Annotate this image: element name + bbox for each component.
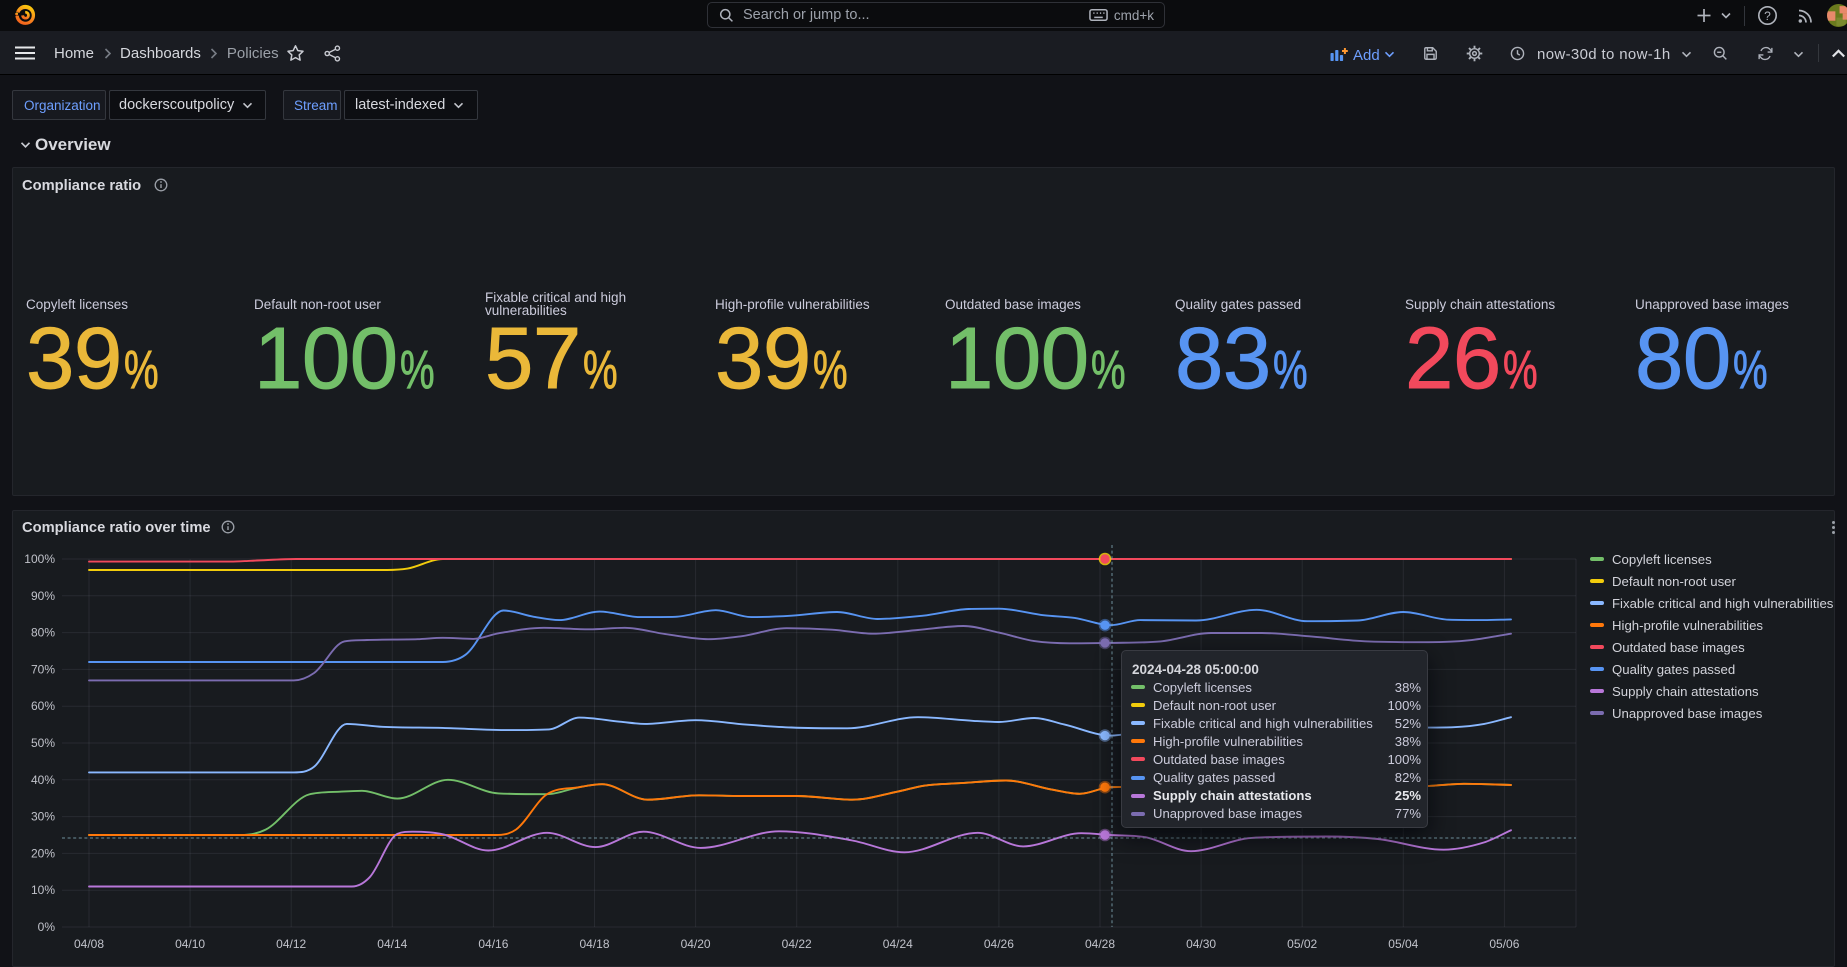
svg-text:05/04: 05/04 bbox=[1388, 937, 1418, 951]
svg-text:04/26: 04/26 bbox=[984, 937, 1014, 951]
svg-text:40%: 40% bbox=[31, 773, 55, 787]
svg-text:05/02: 05/02 bbox=[1287, 937, 1317, 951]
svg-text:0%: 0% bbox=[38, 920, 56, 934]
svg-text:04/24: 04/24 bbox=[883, 937, 913, 951]
svg-text:10%: 10% bbox=[31, 883, 55, 897]
svg-text:04/18: 04/18 bbox=[579, 937, 609, 951]
svg-text:90%: 90% bbox=[31, 589, 55, 603]
svg-text:04/12: 04/12 bbox=[276, 937, 306, 951]
svg-text:60%: 60% bbox=[31, 699, 55, 713]
svg-text:50%: 50% bbox=[31, 736, 55, 750]
svg-text:04/20: 04/20 bbox=[681, 937, 711, 951]
svg-text:70%: 70% bbox=[31, 662, 55, 676]
svg-text:04/30: 04/30 bbox=[1186, 937, 1216, 951]
svg-text:05/06: 05/06 bbox=[1489, 937, 1519, 951]
svg-text:04/10: 04/10 bbox=[175, 937, 205, 951]
svg-text:04/14: 04/14 bbox=[377, 937, 407, 951]
svg-text:04/22: 04/22 bbox=[782, 937, 812, 951]
svg-text:04/28: 04/28 bbox=[1085, 937, 1115, 951]
svg-text:80%: 80% bbox=[31, 626, 55, 640]
svg-text:30%: 30% bbox=[31, 810, 55, 824]
svg-text:?: ? bbox=[1764, 9, 1771, 23]
svg-text:04/08: 04/08 bbox=[74, 937, 104, 951]
svg-text:100%: 100% bbox=[24, 552, 55, 566]
svg-text:04/16: 04/16 bbox=[478, 937, 508, 951]
svg-text:20%: 20% bbox=[31, 846, 55, 860]
